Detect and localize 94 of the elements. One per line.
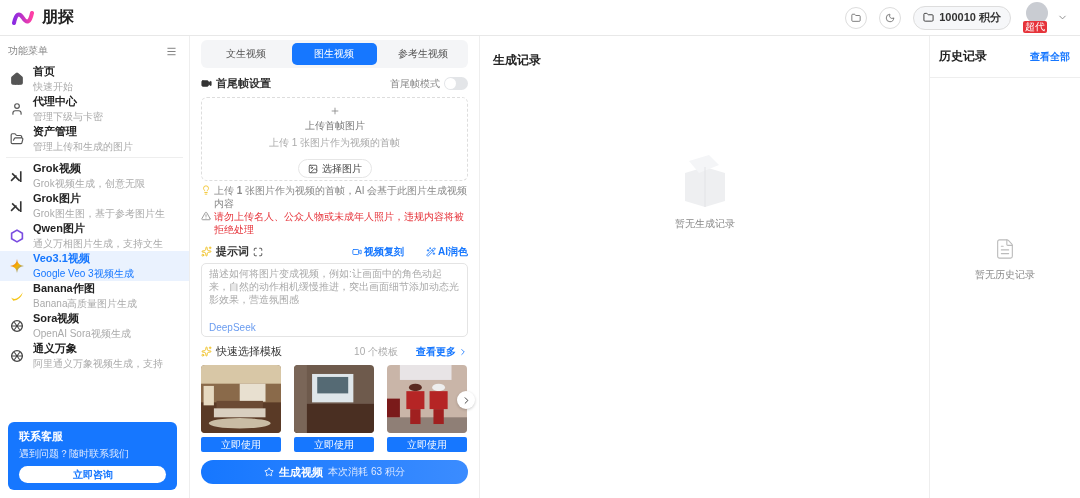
- sidebar-item[interactable]: 首页 快速开始: [0, 64, 189, 94]
- contact-title: 联系客服: [19, 429, 64, 444]
- section-title: 快速选择模板: [216, 344, 282, 359]
- item-subtitle: 阿里通义万象视频生成，支持: [33, 357, 163, 371]
- expand-icon[interactable]: [253, 246, 263, 257]
- mode-tab[interactable]: 文生视频: [204, 43, 289, 65]
- camera-icon: [201, 78, 212, 89]
- consult-button[interactable]: 立即咨询: [19, 466, 166, 483]
- generate-button[interactable]: 生成视频 本次消耗 63 积分: [201, 460, 468, 484]
- mode-tab[interactable]: 图生视频: [292, 43, 377, 65]
- document-icon: [994, 238, 1016, 260]
- toggle-label: 首尾帧模式: [390, 76, 440, 91]
- folder-icon: [851, 12, 862, 23]
- points-button[interactable]: 100010 积分: [913, 5, 1011, 30]
- section-title: 首尾帧设置: [216, 76, 271, 91]
- sidebar-item[interactable]: Sora视频 OpenAI Sora视频生成: [0, 311, 189, 341]
- logo-icon: [12, 10, 34, 25]
- sparkle-icon: [201, 346, 212, 357]
- item-title: Grok视频: [33, 161, 82, 176]
- sidebar-item[interactable]: Banana作图 Banana高质量图片生成: [0, 281, 189, 311]
- item-subtitle: 快速开始: [33, 80, 73, 94]
- home-icon: [10, 72, 24, 86]
- upload-hint: 上传 1 张图片作为视频的首帧: [268, 136, 401, 150]
- ai-polish-link[interactable]: AI润色: [426, 244, 468, 259]
- video-remake-link[interactable]: 视频复刻: [352, 244, 404, 259]
- chevron-right-icon: [458, 346, 468, 357]
- item-subtitle: 通义万相图片生成，支持文生: [33, 237, 163, 251]
- role-badge: 超代: [1023, 20, 1047, 33]
- item-title: Sora视频: [33, 311, 81, 326]
- item-title: 资产管理: [33, 124, 78, 139]
- sidebar-item[interactable]: 代理中心 管理下级与卡密: [0, 94, 189, 124]
- star-icon: [264, 467, 275, 477]
- sparkle-icon: [201, 246, 212, 257]
- empty-text: 暂无历史记录: [975, 268, 1035, 282]
- item-subtitle: 管理上传和生成的图片: [33, 140, 133, 154]
- sparkle-logo-icon: [10, 259, 24, 273]
- sidebar-item[interactable]: 资产管理 管理上传和生成的图片: [0, 124, 189, 154]
- sidebar-item[interactable]: Grok图片 Grok图生图，基于参考图片生: [0, 191, 189, 221]
- video-icon: [352, 246, 362, 257]
- item-title: Veo3.1视频: [33, 251, 91, 266]
- brand-name: 朋探: [42, 7, 74, 27]
- panel-title: 历史记录: [939, 48, 987, 65]
- template-count: 10 个模板: [354, 344, 398, 359]
- choose-image-button[interactable]: 选择图片: [297, 159, 372, 178]
- item-subtitle: OpenAI Sora视频生成: [33, 327, 131, 341]
- engine-label: DeepSeek: [209, 322, 257, 333]
- item-title: 代理中心: [33, 94, 78, 109]
- warning-icon: [201, 211, 211, 221]
- contact-text: 遇到问题？随时联系我们: [19, 447, 130, 461]
- folder-icon: [923, 12, 935, 23]
- empty-text: 暂无生成记录: [674, 217, 735, 231]
- upload-area[interactable]: 上传首帧图片 上传 1 张图片作为视频的首帧 选择图片: [201, 97, 468, 181]
- mode-tab[interactable]: 参考生视频: [380, 43, 465, 65]
- item-subtitle: Google Veo 3视频生成: [33, 267, 134, 281]
- panel-title: 生成记录: [493, 52, 542, 69]
- item-subtitle: 管理下级与卡密: [33, 110, 103, 124]
- item-subtitle: Grok图生图，基于参考图片生: [33, 207, 165, 221]
- sidebar-item[interactable]: Veo3.1视频 Google Veo 3视频生成: [0, 251, 189, 281]
- sidebar-item[interactable]: Qwen图片 通义万相图片生成，支持文生: [0, 221, 189, 251]
- item-title: Qwen图片: [33, 221, 86, 236]
- folder-button[interactable]: [845, 6, 868, 29]
- folder-icon: [10, 132, 24, 146]
- use-template-button[interactable]: 立即使用: [387, 437, 467, 452]
- user-icon: [10, 102, 24, 116]
- item-subtitle: Grok视频生成，创意无限: [33, 177, 145, 191]
- avatar[interactable]: [1026, 1, 1048, 24]
- menu-icon[interactable]: [166, 45, 177, 57]
- upload-note: 上传 1 张图片作为视频的首帧，AI 会基于此图片生成视频内容: [214, 185, 468, 210]
- theme-button[interactable]: [879, 6, 902, 29]
- item-title: 首页: [33, 64, 56, 79]
- lightbulb-icon: [201, 185, 211, 195]
- image-icon: [307, 163, 318, 174]
- wand-icon: [426, 246, 436, 257]
- item-subtitle: Banana高质量图片生成: [33, 297, 138, 311]
- view-more-link[interactable]: 查看更多: [416, 344, 468, 359]
- warning-text: 请勿上传名人、公众人物或未成年人照片，违规内容将被拒绝处理: [214, 211, 465, 236]
- sidebar-item[interactable]: 通义万象 阿里通义万象视频生成，支持: [0, 341, 189, 371]
- upload-title: 上传首帧图片: [304, 119, 365, 133]
- sidebar-item[interactable]: Grok视频 Grok视频生成，创意无限: [0, 161, 189, 191]
- frame-mode-toggle[interactable]: [444, 77, 468, 90]
- next-button[interactable]: [457, 391, 475, 409]
- item-title: Banana作图: [33, 281, 96, 296]
- moon-icon: [885, 12, 896, 23]
- item-title: 通义万象: [33, 341, 78, 356]
- item-title: Grok图片: [33, 191, 82, 206]
- slash-logo-icon: [10, 169, 24, 183]
- slash-logo-icon: [10, 199, 24, 213]
- section-title: 提示词: [216, 244, 249, 259]
- view-all-link[interactable]: 查看全部: [1030, 49, 1070, 64]
- use-template-button[interactable]: 立即使用: [294, 437, 374, 452]
- use-template-button[interactable]: 立即使用: [201, 437, 281, 452]
- menu-title: 功能菜单: [8, 44, 48, 58]
- plus-icon: [329, 106, 340, 116]
- hexagon-logo-icon: [10, 229, 24, 243]
